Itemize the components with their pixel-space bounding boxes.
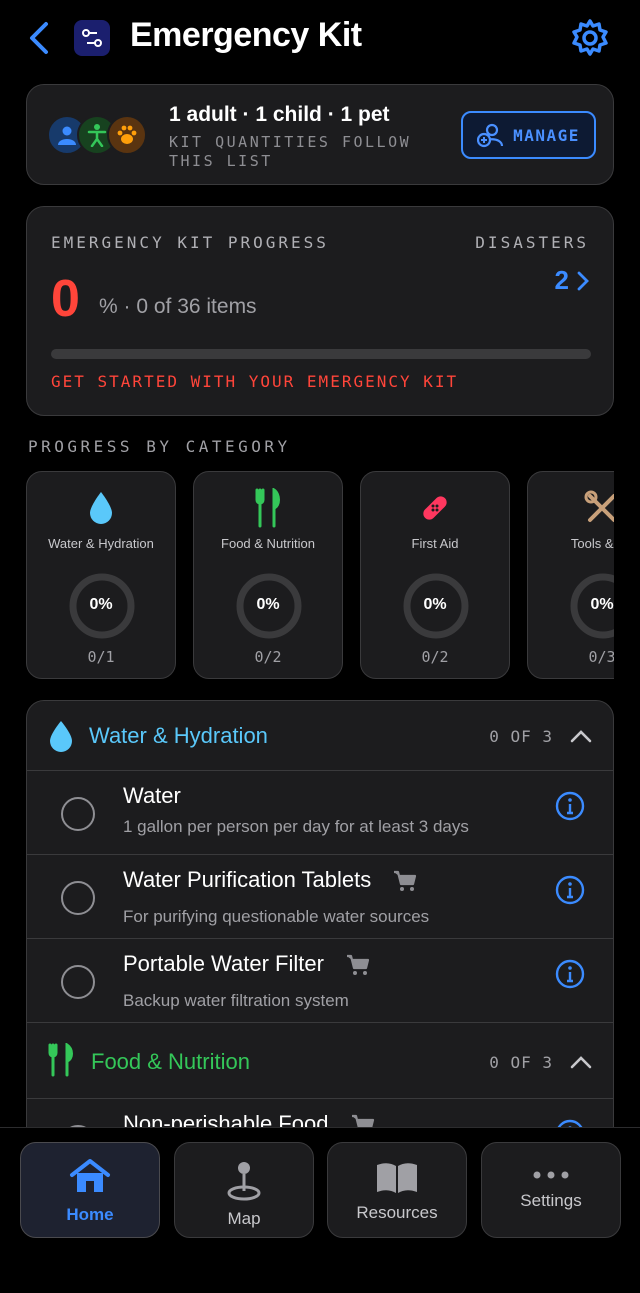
category-count: 0/3 bbox=[588, 648, 614, 666]
app-logo-icon bbox=[74, 20, 110, 56]
back-chevron-icon[interactable] bbox=[24, 20, 56, 56]
category-card-water[interactable]: Water & Hydration 0% 0/1 bbox=[26, 471, 176, 679]
home-icon bbox=[70, 1159, 110, 1192]
category-percent: 0% bbox=[590, 596, 614, 613]
item-name: Portable Water Filter bbox=[123, 951, 324, 976]
household-summary: 1 adult · 1 child · 1 pet bbox=[169, 103, 390, 126]
chevron-up-icon[interactable] bbox=[569, 725, 593, 747]
list-item[interactable]: Water Purification Tablets For purifying… bbox=[27, 855, 613, 939]
category-carousel[interactable]: Water & Hydration 0% 0/1 Food & Nutritio… bbox=[26, 471, 614, 681]
tab-bar: Home Map Resources Settings bbox=[0, 1127, 640, 1293]
info-icon[interactable] bbox=[555, 875, 585, 905]
water-drop-icon bbox=[90, 492, 112, 524]
item-name-row: Portable Water Filter bbox=[123, 951, 370, 977]
checkbox[interactable] bbox=[61, 965, 95, 999]
manage-label: MANAGE bbox=[513, 125, 580, 145]
tab-resources[interactable]: Resources bbox=[327, 1142, 467, 1238]
cart-icon[interactable] bbox=[346, 954, 370, 976]
tab-label: Resources bbox=[356, 1203, 438, 1222]
list-item[interactable]: Water 1 gallon per person per day for at… bbox=[27, 771, 613, 855]
map-pin-icon bbox=[227, 1162, 261, 1201]
category-percent: 0% bbox=[256, 596, 280, 613]
checkbox[interactable] bbox=[61, 797, 95, 831]
progress-detail: % · 0 of 36 items bbox=[99, 295, 257, 318]
fork-knife-icon bbox=[48, 1043, 73, 1077]
chevron-up-icon[interactable] bbox=[569, 1051, 593, 1073]
item-name: Water Purification Tablets bbox=[123, 867, 372, 892]
pet-paw-icon bbox=[107, 115, 147, 155]
section-count: 0 OF 3 bbox=[489, 1053, 553, 1072]
item-description: Backup water filtration system bbox=[123, 991, 349, 1010]
category-count: 0/2 bbox=[421, 648, 449, 666]
progress-percent: 0 bbox=[51, 270, 80, 328]
section-title: Water & Hydration bbox=[89, 723, 268, 748]
household-card[interactable]: 1 adult · 1 child · 1 pet KIT QUANTITIES… bbox=[26, 84, 614, 185]
list-item[interactable]: Portable Water Filter Backup water filtr… bbox=[27, 939, 613, 1023]
item-description: For purifying questionable water sources bbox=[123, 907, 430, 926]
checklist: Water & Hydration 0 OF 3 Water 1 gallon … bbox=[26, 700, 614, 1130]
category-count: 0/1 bbox=[87, 648, 115, 666]
progress-label: EMERGENCY KIT PROGRESS bbox=[51, 233, 329, 252]
manage-people-icon bbox=[477, 123, 504, 148]
item-name: Water bbox=[123, 783, 181, 808]
category-card-food[interactable]: Food & Nutrition 0% 0/2 bbox=[193, 471, 343, 679]
tab-label: Home bbox=[66, 1205, 114, 1224]
disasters-count: 2 bbox=[554, 265, 569, 295]
water-drop-icon bbox=[50, 721, 72, 752]
category-name: Tools & Su bbox=[570, 536, 614, 551]
get-started-text: GET STARTED WITH YOUR EMERGENCY KIT bbox=[51, 372, 459, 391]
category-percent: 0% bbox=[423, 596, 447, 613]
info-icon[interactable] bbox=[555, 959, 585, 989]
household-avatars bbox=[47, 115, 151, 157]
tab-map[interactable]: Map bbox=[174, 1142, 314, 1238]
tab-label: Map bbox=[227, 1209, 261, 1228]
fork-knife-icon bbox=[255, 488, 280, 528]
checkbox[interactable] bbox=[61, 881, 95, 915]
book-icon bbox=[377, 1163, 417, 1193]
category-card-tools[interactable]: Tools & Su 0% 0/3 bbox=[527, 471, 614, 679]
disasters-label: DISASTERS bbox=[475, 233, 589, 252]
section-header-water[interactable]: Water & Hydration 0 OF 3 bbox=[27, 701, 613, 771]
gear-icon[interactable] bbox=[570, 18, 610, 58]
progress-bar bbox=[51, 349, 591, 359]
tools-icon bbox=[584, 490, 614, 522]
category-card-first-aid[interactable]: First Aid 0% 0/2 bbox=[360, 471, 510, 679]
item-name-row: Water Purification Tablets bbox=[123, 867, 417, 893]
kit-progress-card: EMERGENCY KIT PROGRESS DISASTERS 2 0 % ·… bbox=[26, 206, 614, 416]
section-title: Food & Nutrition bbox=[91, 1049, 250, 1074]
category-percent: 0% bbox=[89, 596, 113, 613]
disasters-link[interactable]: 2 bbox=[555, 265, 589, 296]
section-header-food[interactable]: Food & Nutrition 0 OF 3 bbox=[27, 1023, 613, 1099]
tab-label: Settings bbox=[520, 1191, 582, 1210]
chevron-right-icon bbox=[577, 271, 589, 290]
tab-home[interactable]: Home bbox=[20, 1142, 160, 1238]
household-subtitle: KIT QUANTITIES FOLLOW THIS LIST bbox=[169, 133, 412, 170]
category-name: Water & Hydration bbox=[48, 536, 154, 551]
page-title: Emergency Kit bbox=[130, 16, 362, 54]
info-icon[interactable] bbox=[555, 791, 585, 821]
tab-settings[interactable]: Settings bbox=[481, 1142, 621, 1238]
category-name: Food & Nutrition bbox=[221, 536, 315, 551]
bandage-icon bbox=[423, 496, 447, 520]
top-bar: Emergency Kit bbox=[0, 0, 640, 80]
manage-button[interactable]: MANAGE bbox=[461, 111, 596, 159]
section-count: 0 OF 3 bbox=[489, 727, 553, 746]
list-item[interactable]: Non-perishable Food bbox=[27, 1099, 613, 1129]
cart-icon[interactable] bbox=[393, 870, 417, 892]
item-description: 1 gallon per person per day for at least… bbox=[123, 817, 469, 836]
category-count: 0/2 bbox=[254, 648, 282, 666]
category-name: First Aid bbox=[411, 536, 459, 551]
category-progress-label: PROGRESS BY CATEGORY bbox=[28, 437, 291, 456]
more-icon bbox=[533, 1171, 569, 1179]
